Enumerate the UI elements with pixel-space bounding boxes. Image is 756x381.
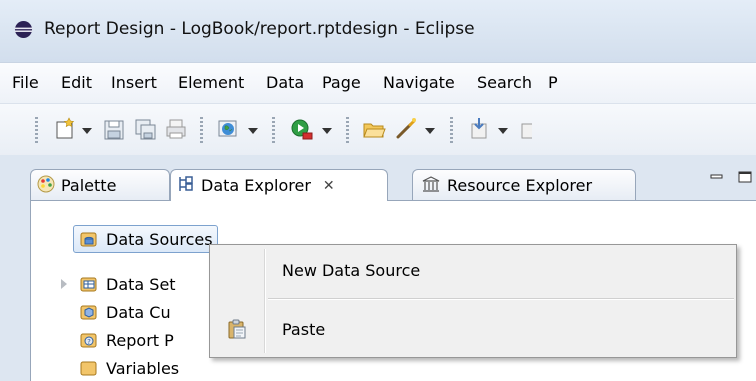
tab-palette[interactable]: Palette xyxy=(30,169,170,201)
tab-resource-explorer[interactable]: Resource Explorer xyxy=(412,169,636,201)
tree-item-data-sets[interactable]: Data Set xyxy=(80,271,176,297)
web-dropdown-icon[interactable] xyxy=(248,128,258,134)
toolbar-grip[interactable] xyxy=(272,117,275,143)
export-icon[interactable] xyxy=(518,116,532,142)
open-folder-icon[interactable] xyxy=(362,116,386,142)
expand-arrow-icon[interactable] xyxy=(61,279,67,289)
paste-icon xyxy=(228,319,246,339)
run-icon[interactable] xyxy=(290,116,314,142)
tree-item-label: Data Cu xyxy=(106,302,171,322)
svg-text:?: ? xyxy=(87,338,91,346)
data-cube-icon xyxy=(80,303,98,321)
save-all-icon[interactable] xyxy=(134,116,158,142)
menu-item-paste[interactable]: Paste xyxy=(282,320,325,339)
print-icon[interactable] xyxy=(164,116,188,142)
new-dropdown-icon[interactable] xyxy=(82,128,92,134)
minimize-view-icon[interactable] xyxy=(710,171,724,183)
data-set-icon xyxy=(80,275,98,293)
toolbar-grip[interactable] xyxy=(450,117,453,143)
toolbar-grip[interactable] xyxy=(35,117,38,143)
variables-icon xyxy=(80,359,98,377)
context-menu: New Data Source Paste xyxy=(209,244,737,358)
tree-item-label: Data Sources xyxy=(106,229,213,249)
tab-data-explorer[interactable]: Data Explorer ✕ xyxy=(170,169,388,201)
menu-file[interactable]: File xyxy=(12,73,39,92)
tree-item-variables[interactable]: Variables xyxy=(80,355,179,381)
palette-icon xyxy=(37,175,55,197)
maximize-view-icon[interactable] xyxy=(738,171,752,183)
menu-search[interactable]: Search xyxy=(477,73,532,92)
close-icon[interactable]: ✕ xyxy=(323,178,335,194)
tab-data-explorer-label: Data Explorer xyxy=(201,176,311,195)
wand-dropdown-icon[interactable] xyxy=(425,128,435,134)
menu-bar: File Edit Insert Element Data Page Navig… xyxy=(0,62,756,103)
menu-edit[interactable]: Edit xyxy=(61,73,92,92)
tree-item-report-parameters[interactable]: ? Report P xyxy=(80,327,174,353)
view-tab-row: Palette Data Explorer ✕ Resource Explore… xyxy=(0,155,756,201)
menu-element[interactable]: Element xyxy=(178,73,244,92)
toolbar-grip[interactable] xyxy=(346,117,349,143)
menu-page[interactable]: Page xyxy=(322,73,361,92)
tree-item-label: Data Set xyxy=(106,274,176,294)
save-icon[interactable] xyxy=(102,116,126,142)
tree-item-label: Variables xyxy=(106,358,180,378)
new-icon[interactable] xyxy=(54,116,78,142)
data-source-icon xyxy=(80,230,98,248)
tree-item-data-cubes[interactable]: Data Cu xyxy=(80,299,171,325)
run-dropdown-icon[interactable] xyxy=(322,128,332,134)
library-icon xyxy=(421,175,441,197)
menu-project-partial[interactable]: P xyxy=(548,73,558,92)
eclipse-logo-icon xyxy=(14,20,33,39)
data-explorer-icon xyxy=(177,175,195,197)
import-icon[interactable] xyxy=(468,116,492,142)
toolbar-grip[interactable] xyxy=(200,117,203,143)
menu-insert[interactable]: Insert xyxy=(111,73,157,92)
tree-item-label: Report P xyxy=(106,330,174,350)
window-title: Report Design - LogBook/report.rptdesign… xyxy=(44,19,475,39)
menu-separator xyxy=(268,298,734,300)
menu-icon-gutter xyxy=(264,249,266,353)
tree-item-data-sources[interactable]: Data Sources xyxy=(73,225,218,253)
menu-data[interactable]: Data xyxy=(266,73,304,92)
tab-resource-explorer-label: Resource Explorer xyxy=(447,176,593,195)
import-dropdown-icon[interactable] xyxy=(498,128,508,134)
menu-navigate[interactable]: Navigate xyxy=(383,73,455,92)
tab-palette-label: Palette xyxy=(61,176,117,195)
report-params-icon: ? xyxy=(80,331,98,349)
toolbar xyxy=(0,103,756,156)
title-bar: Report Design - LogBook/report.rptdesign… xyxy=(0,0,756,62)
web-globe-icon[interactable] xyxy=(216,116,240,142)
wand-icon[interactable] xyxy=(394,116,418,142)
menu-item-new-data-source[interactable]: New Data Source xyxy=(282,261,420,280)
